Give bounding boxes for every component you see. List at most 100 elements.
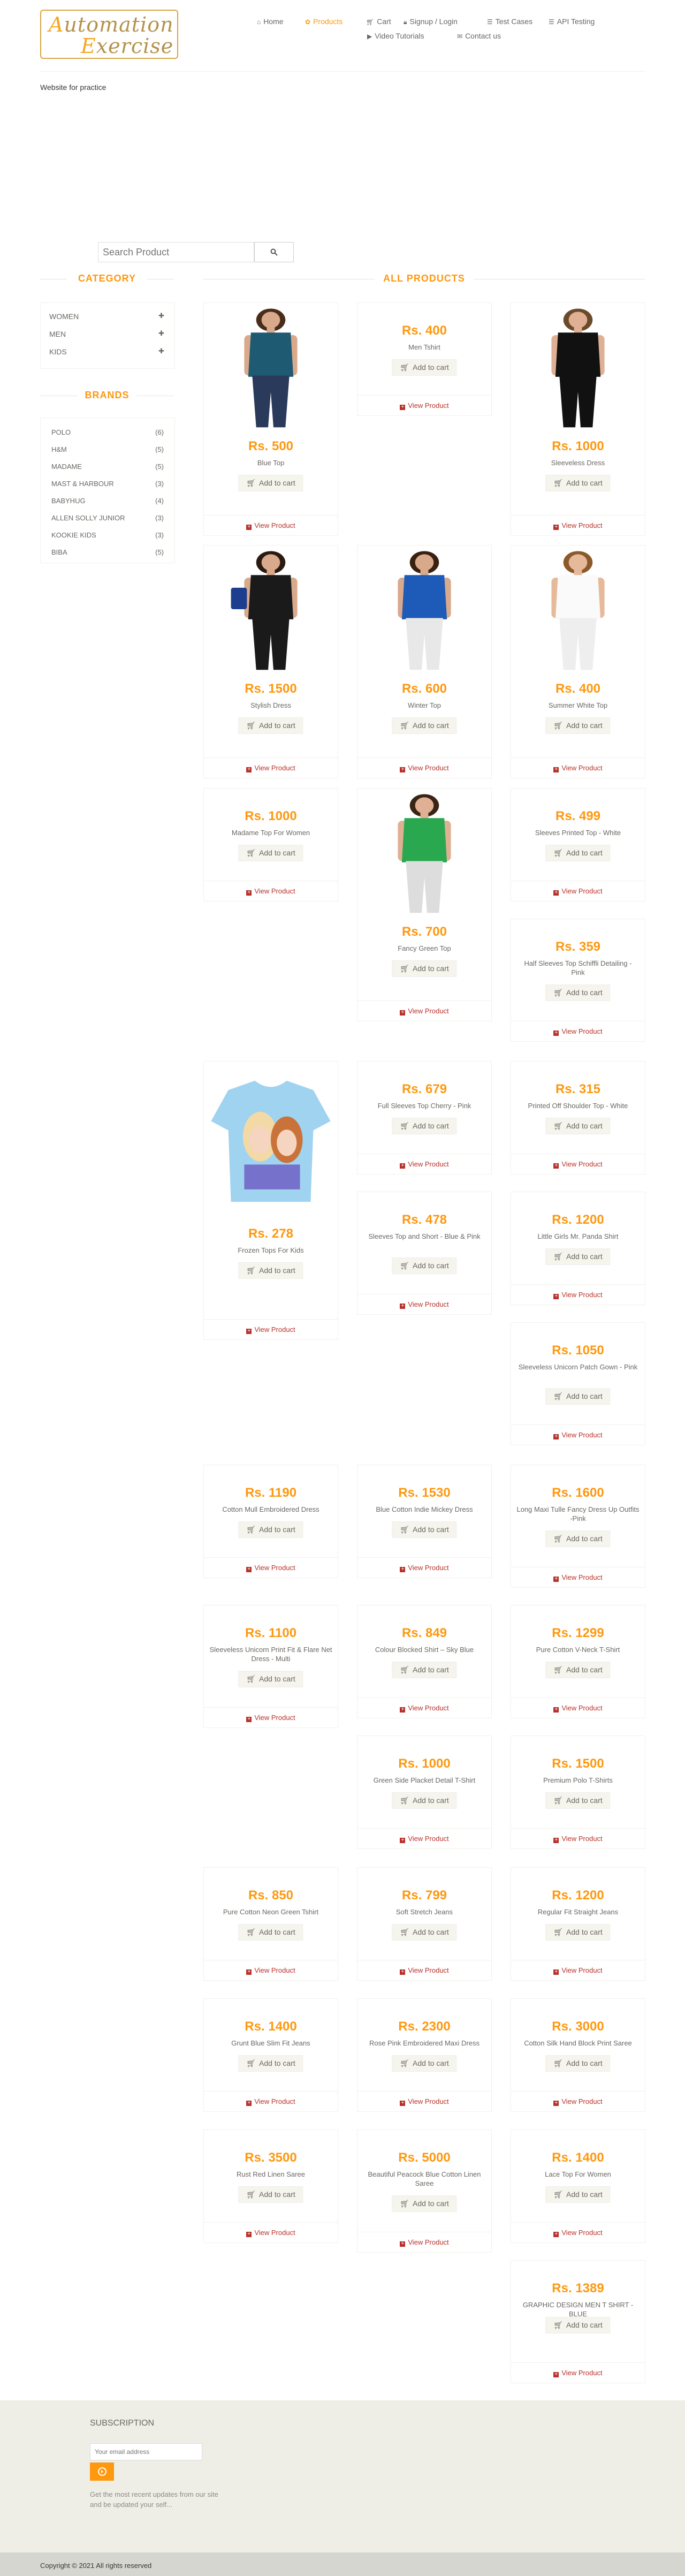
view-product-link[interactable]: + View Product — [511, 1966, 645, 1975]
add-to-cart-button[interactable]: 🛒︎ Add to cart — [392, 1118, 457, 1134]
add-to-cart-button[interactable]: 🛒︎ Add to cart — [392, 1257, 457, 1274]
brand-hm[interactable]: H&M (5) — [51, 445, 164, 453]
view-product-link[interactable]: + View Product — [204, 521, 338, 530]
nav-cart[interactable]: 🛒︎ Cart — [366, 17, 391, 26]
add-to-cart-button[interactable]: 🛒︎ Add to cart — [392, 960, 457, 977]
view-product-link[interactable]: + View Product — [511, 1160, 645, 1169]
brand-mast-harbour[interactable]: MAST & HARBOUR (3) — [51, 480, 164, 488]
view-product-link[interactable]: + View Product — [357, 1300, 491, 1309]
add-to-cart-button[interactable]: 🛒︎ Add to cart — [392, 2055, 457, 2072]
nav-api-testing[interactable]: ☰ API Testing — [549, 17, 595, 26]
add-to-cart-button[interactable]: 🛒︎ Add to cart — [545, 984, 611, 1001]
add-to-cart-button[interactable]: 🛒︎ Add to cart — [238, 845, 303, 861]
add-to-cart-button[interactable]: 🛒︎ Add to cart — [238, 1671, 303, 1687]
view-product-link[interactable]: + View Product — [204, 1325, 338, 1334]
nav-video-tutorials[interactable]: ▶ Video Tutorials — [367, 32, 424, 40]
search-button[interactable] — [254, 242, 294, 262]
brand-biba[interactable]: BIBA (5) — [51, 548, 164, 556]
add-to-cart-button[interactable]: 🛒︎ Add to cart — [238, 1262, 303, 1279]
view-product-link[interactable]: + View Product — [511, 1573, 645, 1582]
view-product-link[interactable]: + View Product — [357, 1564, 491, 1572]
view-product-link[interactable]: + View Product — [204, 764, 338, 772]
add-to-cart-button[interactable]: 🛒︎ Add to cart — [392, 1662, 457, 1678]
view-product-link[interactable]: + View Product — [357, 1704, 491, 1713]
view-product-link[interactable]: + View Product — [511, 521, 645, 530]
add-to-cart-button[interactable]: 🛒︎ Add to cart — [238, 2186, 303, 2203]
search-input[interactable] — [98, 242, 254, 262]
add-to-cart-button[interactable]: 🛒︎ Add to cart — [545, 1388, 611, 1405]
view-product-link[interactable]: + View Product — [357, 764, 491, 772]
subscribe-email-input[interactable] — [90, 2443, 202, 2460]
view-product-link[interactable]: + View Product — [204, 1966, 338, 1975]
add-to-cart-button[interactable]: 🛒︎ Add to cart — [545, 2055, 611, 2072]
add-to-cart-button[interactable]: 🛒︎ Add to cart — [545, 845, 611, 861]
view-product-link[interactable]: + View Product — [204, 887, 338, 896]
add-to-cart-button[interactable]: 🛒︎ Add to cart — [545, 1924, 611, 1941]
add-to-cart-button[interactable]: 🛒︎ Add to cart — [392, 717, 457, 734]
subscribe-button[interactable] — [90, 2463, 114, 2481]
add-to-cart-button[interactable]: 🛒︎ Add to cart — [545, 1118, 611, 1134]
view-product-link[interactable]: + View Product — [357, 1835, 491, 1843]
add-to-cart-button[interactable]: 🛒︎ Add to cart — [392, 1792, 457, 1809]
nav-test-cases[interactable]: ☰ Test Cases — [487, 17, 532, 26]
view-product-link[interactable]: + View Product — [511, 1835, 645, 1843]
site-logo[interactable]: Automation Exercise — [40, 10, 178, 59]
add-to-cart-button[interactable]: 🛒︎ Add to cart — [545, 717, 611, 734]
nav-home[interactable]: ⌂ Home — [257, 17, 284, 26]
view-product-link[interactable]: + View Product — [357, 2238, 491, 2247]
view-product-link[interactable]: + View Product — [511, 1431, 645, 1439]
nav-products[interactable]: ✿ Products — [305, 17, 342, 26]
brand-polo[interactable]: POLO (6) — [51, 428, 164, 436]
product-card: Rs. 400 Men Tshirt 🛒︎ Add to cart + View Prod… — [357, 302, 492, 416]
nav-signup-login[interactable]: 🔒︎ Signup / Login — [404, 17, 458, 26]
add-to-cart-button[interactable]: 🛒︎ Add to cart — [238, 1924, 303, 1941]
add-to-cart-button[interactable]: 🛒︎ Add to cart — [392, 2195, 457, 2212]
brand-kookie-kids[interactable]: KOOKIE KIDS (3) — [51, 531, 164, 539]
view-product-link[interactable]: + View Product — [357, 401, 491, 410]
view-product-link[interactable]: + View Product — [204, 2229, 338, 2237]
plus-icon[interactable]: ✚ — [158, 312, 164, 320]
category-men[interactable]: MEN ✚ — [49, 329, 164, 338]
add-to-cart-button[interactable]: 🛒︎ Add to cart — [392, 359, 457, 376]
view-product-label: View Product — [561, 2369, 603, 2377]
view-product-link[interactable]: + View Product — [204, 1714, 338, 1722]
add-to-cart-button[interactable]: 🛒︎ Add to cart — [238, 1521, 303, 1538]
view-product-link[interactable]: + View Product — [357, 1966, 491, 1975]
view-product-link[interactable]: + View Product — [511, 887, 645, 896]
add-to-cart-button[interactable]: 🛒︎ Add to cart — [545, 475, 611, 491]
add-to-cart-button[interactable]: 🛒︎ Add to cart — [392, 1924, 457, 1941]
view-product-link[interactable]: + View Product — [511, 2229, 645, 2237]
add-to-cart-button[interactable]: 🛒︎ Add to cart — [545, 2317, 611, 2333]
add-to-cart-button[interactable]: 🛒︎ Add to cart — [238, 2055, 303, 2072]
add-to-cart-button[interactable]: 🛒︎ Add to cart — [545, 2186, 611, 2203]
brand-allen-solly-junior[interactable]: ALLEN SOLLY JUNIOR (3) — [51, 514, 164, 522]
view-product-link[interactable]: + View Product — [204, 1564, 338, 1572]
brand-babyhug[interactable]: BABYHUG (4) — [51, 497, 164, 505]
plus-icon[interactable]: ✚ — [158, 329, 164, 338]
add-to-cart-button[interactable]: 🛒︎ Add to cart — [545, 1531, 611, 1547]
add-to-cart-button[interactable]: 🛒︎ Add to cart — [392, 1521, 457, 1538]
cart-icon: 🛒︎ — [553, 1122, 564, 1130]
view-product-link[interactable]: + View Product — [357, 1007, 491, 1016]
view-product-link[interactable]: + View Product — [511, 1291, 645, 1299]
plus-square-icon: + — [400, 1567, 406, 1572]
view-product-link[interactable]: + View Product — [204, 2097, 338, 2106]
view-product-link[interactable]: + View Product — [511, 1704, 645, 1713]
plus-icon[interactable]: ✚ — [158, 347, 164, 355]
view-product-link[interactable]: + View Product — [511, 764, 645, 772]
add-to-cart-button[interactable]: 🛒︎ Add to cart — [545, 1792, 611, 1809]
view-product-link[interactable]: + View Product — [511, 2369, 645, 2377]
category-women[interactable]: WOMEN ✚ — [49, 312, 164, 321]
view-product-link[interactable]: + View Product — [357, 1160, 491, 1169]
card-divider — [357, 395, 491, 396]
category-kids[interactable]: KIDS ✚ — [49, 347, 164, 356]
add-to-cart-button[interactable]: 🛒︎ Add to cart — [545, 1662, 611, 1678]
add-to-cart-button[interactable]: 🛒︎ Add to cart — [238, 475, 303, 491]
view-product-link[interactable]: + View Product — [511, 2097, 645, 2106]
view-product-link[interactable]: + View Product — [357, 2097, 491, 2106]
add-to-cart-button[interactable]: 🛒︎ Add to cart — [545, 1248, 611, 1265]
brand-madame[interactable]: MADAME (5) — [51, 463, 164, 471]
add-to-cart-button[interactable]: 🛒︎ Add to cart — [238, 717, 303, 734]
nav-contact-us[interactable]: ✉ Contact us — [457, 32, 501, 40]
view-product-link[interactable]: + View Product — [511, 1027, 645, 1036]
